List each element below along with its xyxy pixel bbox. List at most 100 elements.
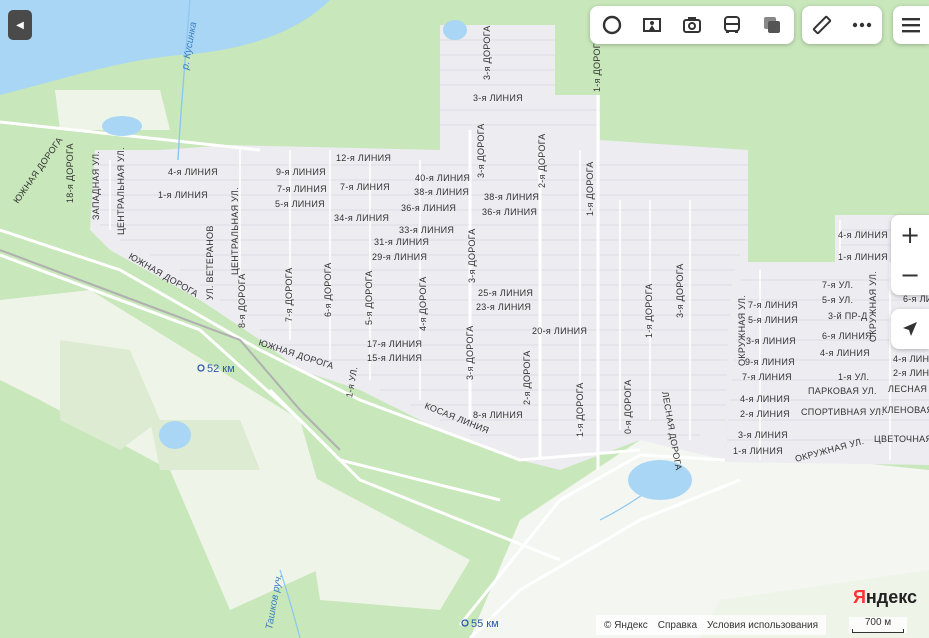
svg-text:8-я ЛИНИЯ: 8-я ЛИНИЯ [473, 410, 523, 420]
svg-text:5-я ДОРОГА: 5-я ДОРОГА [364, 270, 374, 325]
layers-icon [602, 15, 622, 35]
chevron-left-icon: ◀ [16, 19, 24, 31]
svg-text:6-я ЛИ: 6-я ЛИ [903, 294, 929, 304]
panorama-button[interactable] [632, 6, 672, 44]
zoom-out-button[interactable]: − [891, 255, 929, 295]
menu-icon [902, 18, 920, 33]
svg-text:3-я ЛИНИЯ: 3-я ЛИНИЯ [473, 93, 523, 103]
svg-text:12-я ЛИНИЯ: 12-я ЛИНИЯ [336, 153, 391, 163]
zoom-in-button[interactable]: + [891, 215, 929, 255]
svg-text:36-я ЛИНИЯ: 36-я ЛИНИЯ [401, 203, 456, 213]
svg-text:2-я ЛИН: 2-я ЛИН [893, 368, 929, 378]
camera-button[interactable] [672, 6, 712, 44]
map-canvas[interactable]: р. Кусинка Ташков руч. 52 км 55 км 3-я Л… [0, 0, 929, 638]
svg-text:ЛЕСНАЯ: ЛЕСНАЯ [888, 384, 927, 394]
ruler-button[interactable] [802, 6, 842, 44]
svg-text:1-я ДОРОГА: 1-я ДОРОГА [592, 37, 602, 92]
svg-text:ОКРУЖНАЯ УЛ.: ОКРУЖНАЯ УЛ. [737, 295, 747, 366]
svg-text:1-я ЛИНИЯ: 1-я ЛИНИЯ [158, 190, 208, 200]
map-svg[interactable]: р. Кусинка Ташков руч. 52 км 55 км 3-я Л… [0, 0, 929, 638]
svg-text:4-я ЛИНИЯ: 4-я ЛИНИЯ [168, 167, 218, 177]
svg-text:7-я ДОРОГА: 7-я ДОРОГА [284, 267, 294, 322]
svg-text:2-я ЛИНИЯ: 2-я ЛИНИЯ [740, 409, 790, 419]
svg-text:4-я ЛИНИЯ: 4-я ЛИНИЯ [740, 394, 790, 404]
bus-icon [724, 16, 740, 33]
map-type-button[interactable] [752, 6, 792, 44]
tools-toolbar [802, 6, 882, 44]
svg-text:4-я ЛИНИЯ: 4-я ЛИНИЯ [838, 230, 888, 240]
scale-label: 700 м [864, 617, 892, 628]
svg-text:1-я ЛИНИЯ: 1-я ЛИНИЯ [733, 446, 783, 456]
svg-text:40-я ЛИНИЯ: 40-я ЛИНИЯ [415, 173, 470, 183]
svg-text:ПАРКОВАЯ УЛ.: ПАРКОВАЯ УЛ. [808, 386, 877, 396]
copyright-link[interactable]: © Яндекс [604, 620, 648, 631]
svg-text:23-я ЛИНИЯ: 23-я ЛИНИЯ [476, 302, 531, 312]
svg-text:9-я ЛИНИЯ: 9-я ЛИНИЯ [276, 167, 326, 177]
svg-text:1-я ДОРОГА: 1-я ДОРОГА [575, 382, 585, 437]
scale-bar[interactable]: 700 м [849, 617, 907, 633]
svg-text:СПОРТИВНАЯ УЛ.: СПОРТИВНАЯ УЛ. [801, 407, 884, 417]
svg-text:3-й ПР-Д: 3-й ПР-Д [828, 311, 868, 321]
terms-link[interactable]: Условия использования [707, 620, 818, 631]
svg-text:4-я ЛИНИЯ: 4-я ЛИНИЯ [820, 348, 870, 358]
svg-text:17-я ЛИНИЯ: 17-я ЛИНИЯ [367, 339, 422, 349]
svg-text:ЦЕНТРАЛЬНАЯ УЛ.: ЦЕНТРАЛЬНАЯ УЛ. [230, 187, 240, 275]
locate-me-button[interactable] [891, 309, 929, 349]
transit-button[interactable] [712, 6, 752, 44]
svg-text:38-я ЛИНИЯ: 38-я ЛИНИЯ [414, 187, 469, 197]
logo-letter: Я [852, 587, 866, 607]
svg-text:3-я ДОРОГА: 3-я ДОРОГА [675, 263, 685, 318]
svg-text:2-я ДОРОГА: 2-я ДОРОГА [537, 133, 547, 188]
more-icon [852, 22, 872, 28]
map-footer: © Яндекс Справка Условия использования [596, 615, 827, 635]
logo-text: ндекс [865, 587, 917, 607]
svg-text:5-я ЛИНИЯ: 5-я ЛИНИЯ [275, 199, 325, 209]
svg-text:18-я ДОРОГА: 18-я ДОРОГА [65, 143, 75, 203]
svg-text:3-я ЛИНИЯ: 3-я ЛИНИЯ [738, 430, 788, 440]
svg-text:33-я ЛИНИЯ: 33-я ЛИНИЯ [399, 225, 454, 235]
collapse-sidebar-button[interactable]: ◀ [8, 10, 32, 40]
menu-button[interactable] [893, 6, 929, 44]
panorama-icon [643, 18, 661, 32]
svg-text:38-я ЛИНИЯ: 38-я ЛИНИЯ [484, 192, 539, 202]
svg-text:29-я ЛИНИЯ: 29-я ЛИНИЯ [372, 252, 427, 262]
svg-text:3-я ДОРОГА: 3-я ДОРОГА [476, 123, 486, 178]
svg-text:8-я ДОРОГА: 8-я ДОРОГА [237, 273, 247, 328]
svg-text:25-я ЛИНИЯ: 25-я ЛИНИЯ [478, 288, 533, 298]
svg-text:7-я ЛИНИЯ: 7-я ЛИНИЯ [277, 184, 327, 194]
layers-button[interactable] [592, 6, 632, 44]
svg-text:20-я ЛИНИЯ: 20-я ЛИНИЯ [532, 326, 587, 336]
svg-text:ЦЕНТРАЛЬНАЯ УЛ.: ЦЕНТРАЛЬНАЯ УЛ. [116, 147, 126, 235]
svg-text:5-я УЛ.: 5-я УЛ. [822, 295, 853, 305]
copy-icon [764, 17, 780, 33]
svg-text:9-я ЛИНИЯ: 9-я ЛИНИЯ [745, 357, 795, 367]
svg-text:4-я ЛИН: 4-я ЛИН [893, 354, 929, 364]
svg-text:ЦВЕТОЧНАЯ: ЦВЕТОЧНАЯ [874, 434, 929, 444]
yandex-logo[interactable]: Яндекс [853, 587, 917, 608]
svg-text:1-я ЛИНИЯ: 1-я ЛИНИЯ [838, 252, 888, 262]
more-button[interactable] [842, 6, 882, 44]
svg-text:5-я ЛИНИЯ: 5-я ЛИНИЯ [748, 315, 798, 325]
svg-text:3-я ЛИНИЯ: 3-я ЛИНИЯ [746, 336, 796, 346]
svg-text:1-я УЛ.: 1-я УЛ. [838, 372, 869, 382]
svg-text:6-я ЛИНИЯ: 6-я ЛИНИЯ [822, 331, 872, 341]
svg-text:36-я ЛИНИЯ: 36-я ЛИНИЯ [482, 207, 537, 217]
svg-text:3-я ДОРОГА: 3-я ДОРОГА [465, 325, 475, 380]
svg-text:7-я УЛ.: 7-я УЛ. [822, 280, 853, 290]
svg-text:0-я ДОРОГА: 0-я ДОРОГА [623, 379, 633, 434]
svg-text:ЗАПАДНАЯ УЛ.: ЗАПАДНАЯ УЛ. [91, 151, 101, 220]
pond [159, 421, 191, 449]
help-link[interactable]: Справка [658, 620, 697, 631]
svg-text:55 км: 55 км [471, 618, 499, 630]
svg-text:7-я ЛИНИЯ: 7-я ЛИНИЯ [748, 300, 798, 310]
svg-text:3-я ДОРОГА: 3-я ДОРОГА [467, 228, 477, 283]
svg-text:1-я ДОРОГА: 1-я ДОРОГА [644, 283, 654, 338]
zoom-controls: + − [891, 215, 929, 295]
camera-icon [683, 17, 701, 33]
svg-text:ОКРУЖНАЯ УЛ.: ОКРУЖНАЯ УЛ. [868, 271, 878, 342]
menu-panel [893, 6, 929, 44]
svg-text:4-я ДОРОГА: 4-я ДОРОГА [418, 276, 428, 331]
svg-text:2-я ДОРОГА: 2-я ДОРОГА [522, 350, 532, 405]
svg-text:3-я ДОРОГА: 3-я ДОРОГА [482, 25, 492, 80]
pond [443, 20, 467, 40]
